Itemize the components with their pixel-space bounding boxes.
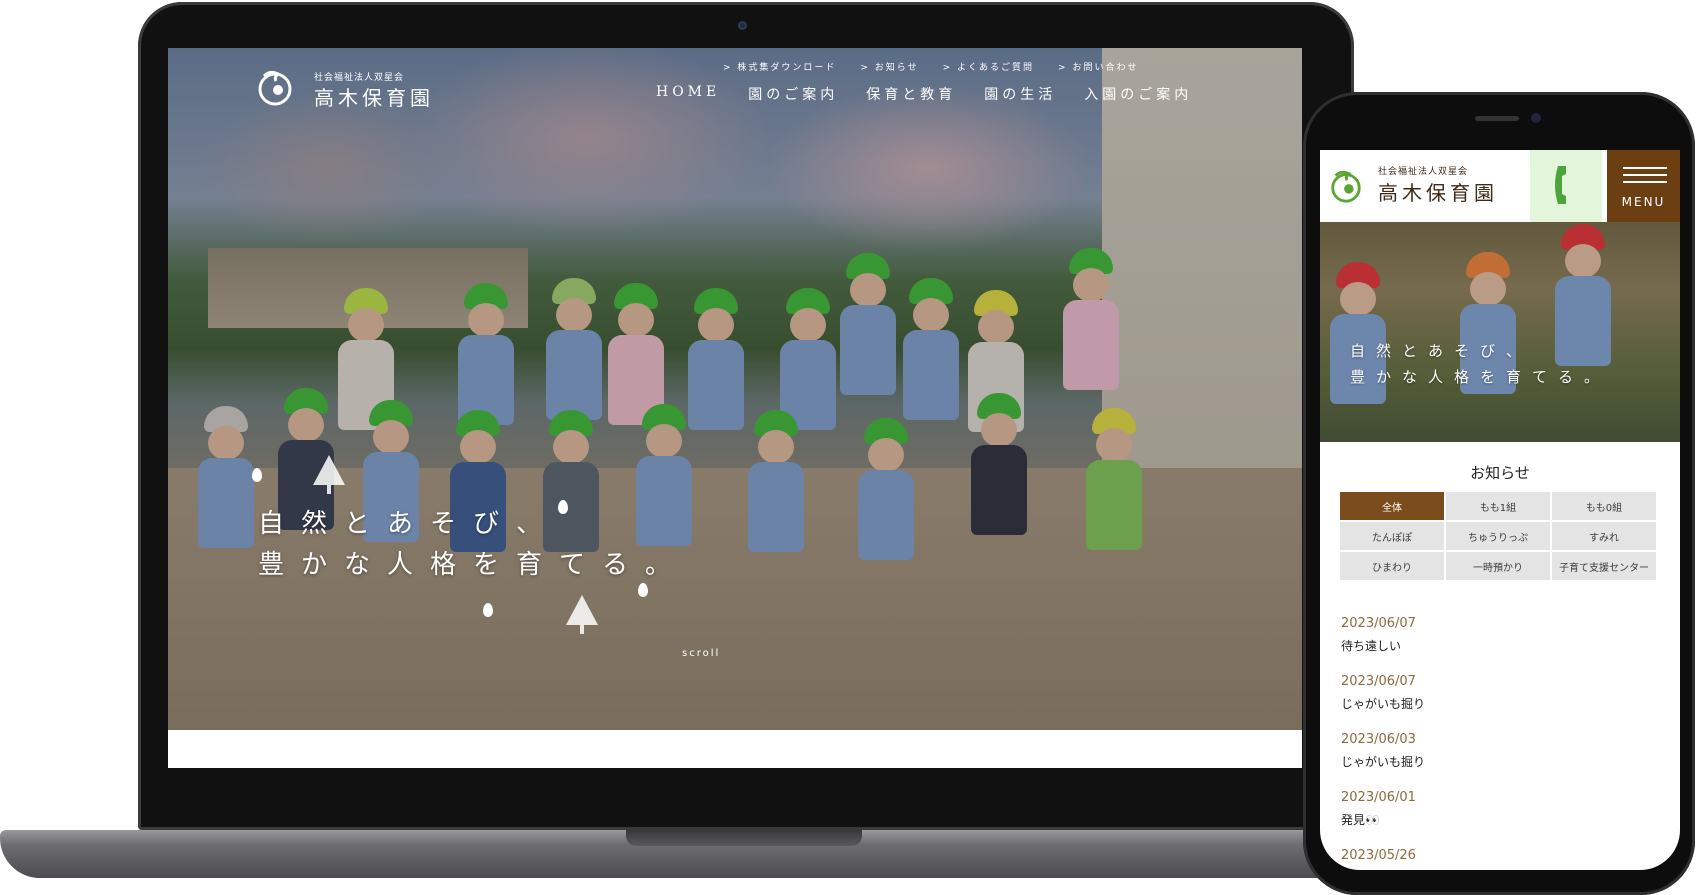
tab-tulip[interactable]: ちゅうりっぷ [1446,522,1550,550]
nav-education[interactable]: 保育と教育 [866,84,956,104]
hero-catchcopy-line1: 自然とあそび、 [258,509,560,539]
site-logo[interactable]: 社会福祉法人双星会 高木保育園 [256,68,446,110]
hero-photo: 社会福祉法人双星会 高木保育園 > 株式集ダウンロード > お知らせ > よくあ… [168,48,1302,730]
tab-sumire[interactable]: すみれ [1552,522,1656,550]
news-title: 発見👀 [1341,813,1380,827]
utility-link-faq[interactable]: > よくあるご質問 [943,60,1034,73]
laptop-notch [626,830,862,846]
hamburger-icon [1623,167,1667,169]
drop-icon [483,603,493,617]
mobile-hero-photo: 自然とあそび、 豊かな人格を育てる。 [1320,222,1680,442]
news-item[interactable]: 2023/06/01 発見👀 [1341,790,1641,848]
nav-daily-life[interactable]: 園の生活 [984,84,1056,104]
phone-camera [1531,113,1541,123]
nav-about[interactable]: 園のご案内 [748,84,838,104]
mobile-header: 社会福祉法人双星会 高木保育園 MENU [1320,150,1680,222]
news-list: 2023/06/07 待ち遠しい 2023/06/07 じゃがいも掘り 2023… [1341,616,1641,870]
logo-site-name[interactable]: 高木保育園 [1378,177,1498,206]
desktop-site: 社会福祉法人双星会 高木保育園 > 株式集ダウンロード > お知らせ > よくあ… [168,48,1302,768]
utility-nav: > 株式集ダウンロード > お知らせ > よくあるご質問 > お問い合わせ [723,60,1138,73]
tab-temporary-care[interactable]: 一時預かり [1446,552,1550,580]
logo-corp-name: 社会福祉法人双星会 [1378,167,1469,177]
laptop-camera [738,21,747,30]
news-date: 2023/06/07 [1341,616,1416,631]
tab-momo0[interactable]: もも0組 [1552,492,1656,520]
news-category-tabs: 全体 もも1組 もも0組 たんぽぽ ちゅうりっぷ すみれ ひまわり 一時預かり … [1340,492,1656,580]
news-date: 2023/06/01 [1341,790,1416,805]
utility-link-contact[interactable]: > お問い合わせ [1058,60,1138,73]
news-item[interactable]: 2023/06/07 待ち遠しい [1341,616,1641,674]
hero-catchcopy-line1: 自然とあそび、 [1350,342,1533,360]
menu-button[interactable]: MENU [1607,150,1680,222]
news-date: 2023/05/26 [1341,848,1416,863]
drop-icon [558,500,568,514]
utility-link-download[interactable]: > 株式集ダウンロード [723,60,836,73]
nav-admission[interactable]: 入園のご案内 [1084,84,1192,104]
menu-label: MENU [1621,195,1666,209]
tree-icon [313,455,345,494]
tab-himawari[interactable]: ひまわり [1340,552,1444,580]
news-section-title: お知らせ [1470,464,1530,482]
utility-link-news[interactable]: > お知らせ [860,60,918,73]
global-nav: HOME 園のご案内 保育と教育 園の生活 入園のご案内 [656,84,1192,104]
rooster-logo-icon[interactable] [1328,168,1364,204]
tab-momo1[interactable]: もも1組 [1446,492,1550,520]
news-item[interactable]: 2023/06/03 じゃがいも掘り [1341,732,1641,790]
hero-catchcopy-line2: 豊かな人格を育てる。 [1350,368,1611,386]
phone-icon [1555,166,1566,204]
phone-speaker [1475,116,1519,121]
news-item[interactable]: 2023/06/07 じゃがいも掘り [1341,674,1641,732]
tree-icon [566,595,598,634]
news-title: 待ち遠しい [1341,639,1402,653]
news-date: 2023/06/03 [1341,732,1416,747]
news-item[interactable]: 2023/05/26 [1341,848,1641,870]
nav-home[interactable]: HOME [656,84,720,104]
news-title: じゃがいも掘り [1341,697,1426,711]
tab-tanpopo[interactable]: たんぽぽ [1340,522,1444,550]
news-date: 2023/06/07 [1341,674,1416,689]
phone-call-button[interactable] [1530,150,1602,222]
logo-site-name: 高木保育園 [314,86,434,110]
scroll-indicator[interactable]: scroll [682,648,720,659]
tab-support-center[interactable]: 子育て支援センター [1552,552,1656,580]
mobile-site: 社会福祉法人双星会 高木保育園 MENU 自然とあそび、 豊かな人格を育てる。 … [1320,150,1680,870]
rooster-logo-icon [258,70,292,106]
hero-catchcopy-line2: 豊かな人格を育てる。 [258,550,689,580]
content-area [168,730,1302,768]
news-title: じゃがいも掘り [1341,755,1426,769]
drop-icon [252,468,262,482]
drop-icon [638,583,648,597]
tab-all[interactable]: 全体 [1340,492,1444,520]
